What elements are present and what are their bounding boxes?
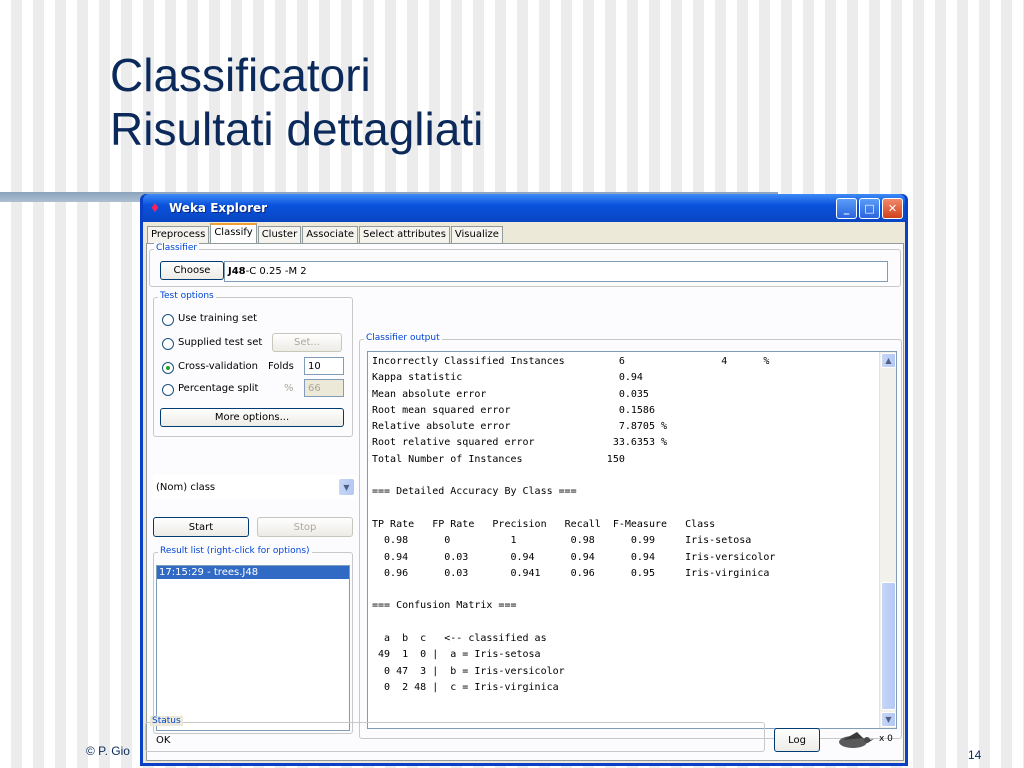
cross-validation-label: Cross-validation	[178, 361, 258, 372]
choose-button[interactable]: Choose	[160, 261, 224, 280]
output-line: Relative absolute error 7.8705 %	[372, 421, 668, 433]
classifier-config-field[interactable]: J48 -C 0.25 -M 2	[224, 261, 888, 282]
output-line: a b c <-- classified as	[372, 633, 547, 645]
maximize-button[interactable]: □	[859, 197, 880, 219]
folds-label: Folds	[268, 361, 294, 372]
log-button[interactable]: Log	[774, 728, 820, 752]
window-title: Weka Explorer	[169, 201, 268, 215]
output-line: TP Rate FP Rate Precision Recall F-Measu…	[372, 518, 716, 530]
weka-app-icon: ♦	[149, 201, 161, 215]
output-line: Root mean squared error 0.1586	[372, 404, 655, 416]
output-scrollbar[interactable]: ▲ ▼	[879, 352, 896, 728]
set-test-set-button[interactable]: Set...	[272, 333, 342, 352]
status-text: OK	[156, 735, 171, 746]
classifier-output-label: Classifier output	[364, 333, 442, 343]
output-line: 0 2 48 | c = Iris-virginica	[372, 681, 559, 693]
weka-bird-icon	[833, 730, 875, 750]
status-label: Status	[150, 716, 183, 726]
minimize-button[interactable]: _	[836, 197, 857, 219]
scroll-thumb[interactable]	[881, 582, 896, 710]
classify-panel: Classifier Choose J48 -C 0.25 -M 2 Test …	[146, 243, 904, 761]
tab-cluster[interactable]: Cluster	[257, 226, 302, 243]
stop-button[interactable]: Stop	[257, 517, 353, 537]
result-list-group: Result list (right-click for options) 17…	[153, 546, 353, 734]
cross-validation-radio[interactable]	[162, 362, 174, 374]
output-line: 0.96 0.03 0.941 0.96 0.95 Iris-virginica	[372, 567, 770, 579]
output-line: 0.94 0.03 0.94 0.94 0.94 Iris-versicolor	[372, 551, 776, 563]
close-button[interactable]: ✕	[882, 197, 903, 219]
slide-title-line2: Risultati dettagliati	[110, 103, 484, 155]
tab-classify[interactable]: Classify	[210, 223, 257, 243]
list-item[interactable]: 17:15:29 - trees.J48	[157, 566, 349, 579]
use-training-set-label: Use training set	[178, 313, 258, 324]
output-line: Total Number of Instances 150	[372, 453, 625, 465]
window-client: Preprocess Classify Cluster Associate Se…	[143, 222, 905, 763]
output-line: 0.98 0 1 0.98 0.99 Iris-setosa	[372, 535, 752, 547]
percent-symbol: %	[284, 383, 294, 394]
classifier-group: Classifier Choose J48 -C 0.25 -M 2	[149, 243, 901, 287]
tab-preprocess[interactable]: Preprocess	[147, 226, 210, 243]
output-line: Mean absolute error 0.035	[372, 388, 649, 400]
output-line: === Detailed Accuracy By Class ===	[372, 486, 577, 498]
scroll-down-icon[interactable]: ▼	[881, 712, 896, 727]
output-line: === Confusion Matrix ===	[372, 600, 517, 612]
test-options-label: Test options	[158, 291, 216, 301]
percentage-input[interactable]: 66	[304, 379, 344, 397]
supplied-test-set-label: Supplied test set	[178, 337, 263, 348]
tab-select-attributes[interactable]: Select attributes	[359, 226, 450, 243]
folds-input[interactable]: 10	[304, 357, 344, 375]
output-pre: Incorrectly Classified Instances 6 4 % Ka…	[368, 352, 896, 696]
task-count: x 0	[879, 734, 893, 744]
weka-explorer-window: ♦ Weka Explorer _ □ ✕ Preprocess Classif…	[140, 194, 908, 766]
slide-title: Classificatori Risultati dettagliati	[110, 48, 483, 156]
classifier-options: -C 0.25 -M 2	[245, 266, 307, 277]
result-list-label: Result list (right-click for options)	[158, 546, 312, 556]
use-training-set-radio[interactable]	[162, 314, 174, 326]
footer-author: © P. Gio	[86, 744, 130, 758]
output-line: 49 1 0 | a = Iris-setosa	[372, 649, 541, 661]
percentage-split-radio[interactable]	[162, 384, 174, 396]
class-select-value: (Nom) class	[156, 481, 216, 493]
start-button[interactable]: Start	[153, 517, 249, 537]
classifier-output-text[interactable]: Incorrectly Classified Instances 6 4 % Ka…	[367, 351, 897, 729]
class-select[interactable]: (Nom) class ▼	[153, 475, 357, 499]
classifier-name: J48	[228, 266, 246, 277]
page-number: 14	[968, 748, 982, 762]
scroll-up-icon[interactable]: ▲	[881, 353, 896, 368]
more-options-button[interactable]: More options...	[160, 408, 344, 427]
output-line: Root relative squared error 33.6353 %	[372, 437, 668, 449]
output-line: Incorrectly Classified Instances 6 4 %	[372, 356, 770, 367]
output-line: 0 47 3 | b = Iris-versicolor	[372, 665, 565, 677]
chevron-down-icon[interactable]: ▼	[339, 479, 354, 495]
percentage-split-label: Percentage split	[178, 383, 259, 394]
status-group: Status OK	[145, 716, 765, 752]
slide-title-line1: Classificatori	[110, 49, 371, 101]
supplied-test-set-radio[interactable]	[162, 338, 174, 350]
output-line: Kappa statistic 0.94	[372, 372, 643, 384]
tab-associate[interactable]: Associate	[302, 226, 359, 243]
tab-strip: Preprocess Classify Cluster Associate Se…	[147, 223, 504, 243]
tab-visualize[interactable]: Visualize	[450, 226, 503, 243]
window-titlebar[interactable]: ♦ Weka Explorer _ □ ✕	[143, 194, 905, 222]
result-list: 17:15:29 - trees.J48	[156, 565, 350, 731]
classifier-group-label: Classifier	[154, 243, 200, 253]
test-options-group: Test options Use training set Supplied t…	[153, 291, 353, 437]
